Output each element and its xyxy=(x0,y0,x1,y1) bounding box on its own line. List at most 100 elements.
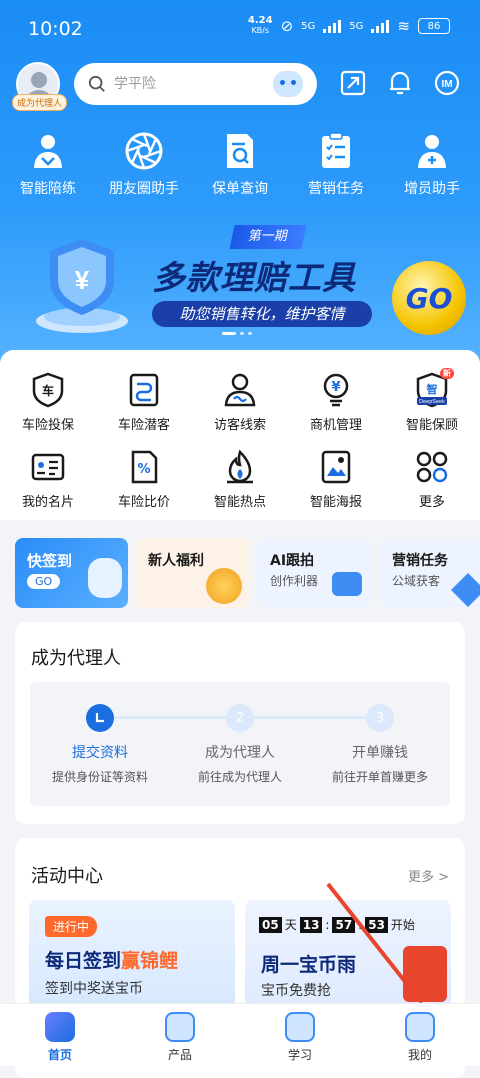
become-agent-title: 成为代理人 xyxy=(31,648,121,669)
battery-level: 86 xyxy=(427,20,441,32)
tool-hot-topics[interactable]: 智能热点 xyxy=(192,449,288,510)
banner-subtitle: 助您销售转化，维护客情 xyxy=(152,301,372,327)
visitor-icon xyxy=(224,373,256,407)
promo-title: AI跟拍 xyxy=(270,553,315,569)
percent-doc-icon: % xyxy=(131,450,158,484)
promo-banner[interactable]: ¥ 第一期 多款理赔工具 助您销售转化，维护客情 GO xyxy=(0,215,480,345)
promo-ai-shoot[interactable]: AI跟拍 创作利器 xyxy=(258,538,372,608)
bottom-tab-bar: 首页 产品 学习 我的 xyxy=(0,1003,480,1066)
car-shield-icon: 车 xyxy=(32,372,64,408)
tool-opportunity[interactable]: ¥ 商机管理 xyxy=(288,372,384,433)
promo-checkin[interactable]: 快签到 GO xyxy=(15,538,128,608)
tool-car-compare[interactable]: % 车险比价 xyxy=(96,449,192,510)
tab-profile[interactable]: 我的 xyxy=(360,1004,480,1066)
activity-title: 活动中心 xyxy=(31,866,103,887)
promo-subtitle: 创作利器 xyxy=(270,574,319,588)
quick-action-marketing[interactable]: 营销任务 xyxy=(288,130,384,198)
tool-label: 智能保顾 xyxy=(405,418,458,433)
camera-aperture-icon xyxy=(125,132,163,170)
banner-issue: 第一期 xyxy=(229,225,307,249)
activity-coin-rain-card[interactable]: 05 天 13: 57: 53 开始 周一宝币雨 宝币免费抢 xyxy=(245,900,451,1010)
mute-icon: ⊘ xyxy=(280,17,294,35)
promo-title: 快签到 xyxy=(27,552,73,570)
tool-label: 车险潜客 xyxy=(117,418,170,433)
promo-title: 新人福利 xyxy=(148,553,204,569)
tool-smart-advisor[interactable]: 智 DeepSeek 新 智能保顾 xyxy=(384,368,480,433)
tab-label: 我的 xyxy=(407,1048,432,1062)
promo-newbie[interactable]: 新人福利 xyxy=(136,538,250,608)
tool-car-insurance[interactable]: 车 车险投保 xyxy=(0,372,96,433)
step-desc: 前往开单首赚更多 xyxy=(331,770,428,784)
svg-text:%: % xyxy=(137,462,150,477)
tab-label: 产品 xyxy=(167,1048,192,1062)
poster-icon xyxy=(321,450,351,484)
study-icon xyxy=(285,1012,315,1042)
activity-subtitle: 签到中奖送宝币 xyxy=(45,981,143,997)
quick-action-recruit[interactable]: 增员助手 xyxy=(384,130,480,198)
tool-label: 智能热点 xyxy=(213,495,266,510)
tool-visitor-leads[interactable]: 访客线索 xyxy=(192,372,288,433)
activity-title-b: 赢锦鲤 xyxy=(121,950,179,972)
scan-icon[interactable] xyxy=(338,68,368,98)
ai-robot-icon[interactable] xyxy=(273,71,303,97)
flow-doc-icon xyxy=(129,373,159,407)
banner-go-button[interactable]: GO xyxy=(392,261,466,335)
quick-action-policy[interactable]: 保单查询 xyxy=(192,130,288,198)
quick-action-label: 增员助手 xyxy=(404,181,460,197)
tab-study[interactable]: 学习 xyxy=(240,1004,360,1066)
tool-poster[interactable]: 智能海报 xyxy=(288,449,384,510)
promo-go-button[interactable]: GO xyxy=(27,574,61,589)
countdown: 05 天 13: 57: 53 开始 xyxy=(259,916,415,933)
top-header: 成为代理人 IM xyxy=(0,60,480,111)
tab-label: 学习 xyxy=(287,1048,312,1062)
quick-action-moments[interactable]: 朋友圈助手 xyxy=(96,130,192,198)
step-title[interactable]: 成为代理人 xyxy=(170,742,310,762)
im-chat-icon[interactable]: IM xyxy=(432,68,462,98)
search-icon xyxy=(88,75,105,92)
signal-icon-2 xyxy=(371,19,390,33)
tool-label: 我的名片 xyxy=(21,495,74,510)
activity-more-link[interactable]: 更多 > xyxy=(408,866,449,885)
step-3-dot: 3 xyxy=(366,704,394,732)
product-icon xyxy=(165,1012,195,1042)
recruit-icon xyxy=(418,135,446,168)
tool-grid: 车 车险投保 车险潜客 访客线索 ¥ 商机管理 智 DeepSeek 新 智能保顾 xyxy=(0,368,480,510)
banner-pagination xyxy=(222,332,252,335)
quick-action-label: 营销任务 xyxy=(308,181,364,197)
signal-label-1: 5G xyxy=(301,20,316,32)
svg-text:¥: ¥ xyxy=(75,265,90,295)
wifi-icon: ≋ xyxy=(397,17,410,35)
tool-grid-card: 车 车险投保 车险潜客 访客线索 ¥ 商机管理 智 DeepSeek 新 智能保顾 xyxy=(0,350,480,520)
become-agent-card: 成为代理人 2 3 提交资料 成为代理人 开单赚钱 提供身份证等资料 前往成为代… xyxy=(15,622,465,824)
activity-checkin-card[interactable]: 进行中 每日签到赢锦鲤 签到中奖送宝币 xyxy=(29,900,235,1010)
tool-car-prospect[interactable]: 车险潜客 xyxy=(96,372,192,433)
svg-text:车: 车 xyxy=(42,383,54,398)
step-title[interactable]: 开单赚钱 xyxy=(310,742,450,762)
tool-label: 智能海报 xyxy=(309,495,362,510)
bell-icon[interactable] xyxy=(385,68,415,98)
home-icon xyxy=(45,1012,75,1042)
agent-steps: 2 3 提交资料 成为代理人 开单赚钱 提供身份证等资料 前往成为代理人 前往开… xyxy=(30,682,450,806)
step-desc: 提供身份证等资料 xyxy=(51,770,148,784)
tool-more[interactable]: 更多 xyxy=(384,449,480,510)
profile-icon xyxy=(405,1012,435,1042)
tab-home[interactable]: 首页 xyxy=(0,1004,120,1066)
status-bar: 10:02 4.24 KB/s ⊘ 5G 5G ≋ 86 xyxy=(0,0,480,58)
clock: 10:02 xyxy=(28,18,83,40)
quick-action-label: 保单查询 xyxy=(212,181,268,197)
quick-action-trainer[interactable]: 智能陪练 xyxy=(0,130,96,198)
yen-bulb-icon: ¥ xyxy=(323,373,349,407)
become-agent-tag[interactable]: 成为代理人 xyxy=(12,94,68,111)
svg-text:IM: IM xyxy=(441,79,452,90)
search-bar[interactable] xyxy=(74,63,317,105)
promo-marketing[interactable]: 营销任务 公域获客 xyxy=(380,538,480,608)
mascot-icon xyxy=(88,558,122,598)
search-input[interactable] xyxy=(114,76,254,92)
net-unit: KB/s xyxy=(251,26,270,35)
coin-rain-subtitle: 宝币免费抢 xyxy=(261,983,331,999)
activity-title-a: 每日签到 xyxy=(45,950,122,972)
quick-action-label: 智能陪练 xyxy=(20,181,76,197)
step-title[interactable]: 提交资料 xyxy=(30,742,170,762)
tool-business-card[interactable]: 我的名片 xyxy=(0,449,96,510)
tab-product[interactable]: 产品 xyxy=(120,1004,240,1066)
